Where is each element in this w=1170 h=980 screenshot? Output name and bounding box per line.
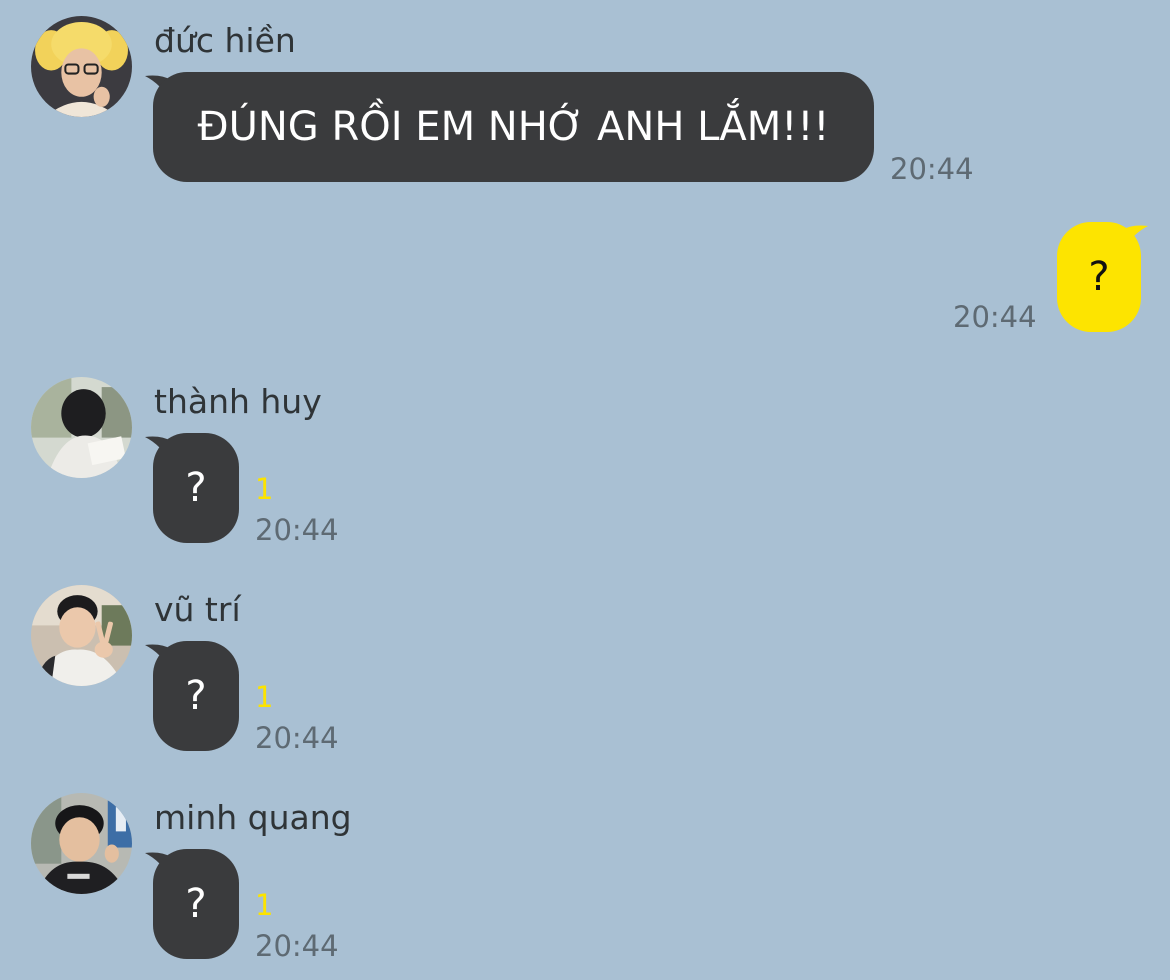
message-time: 20:44 bbox=[890, 152, 974, 186]
avatar-minh-quang[interactable] bbox=[31, 793, 132, 894]
message-bubble[interactable]: ? bbox=[153, 433, 239, 543]
avatar-duc-hien[interactable] bbox=[31, 16, 132, 117]
message-bubble[interactable]: ? bbox=[1057, 222, 1141, 332]
sender-name: vũ trí bbox=[154, 590, 241, 629]
message-time: 20:44 bbox=[255, 721, 339, 755]
avatar-thanh-huy[interactable] bbox=[31, 377, 132, 478]
message-bubble[interactable]: ? bbox=[153, 641, 239, 751]
avatar-vu-tri[interactable] bbox=[31, 585, 132, 686]
profile-photo-icon bbox=[31, 585, 132, 686]
message-bubble[interactable]: ? bbox=[153, 849, 239, 959]
unread-count: 1 bbox=[255, 888, 274, 922]
message-time: 20:44 bbox=[953, 300, 1037, 334]
sender-name: thành huy bbox=[154, 382, 322, 421]
sender-name: minh quang bbox=[154, 798, 352, 837]
unread-count: 1 bbox=[255, 472, 274, 506]
message-time: 20:44 bbox=[255, 513, 339, 547]
sender-name: đức hiền bbox=[154, 21, 296, 60]
message-bubble[interactable]: ĐÚNG RỒI EM NHỚ ANH LẮM!!! bbox=[153, 72, 874, 182]
profile-photo-icon bbox=[31, 16, 132, 117]
profile-photo-icon bbox=[31, 793, 132, 894]
profile-photo-icon bbox=[31, 377, 132, 478]
unread-count: 1 bbox=[255, 680, 274, 714]
message-time: 20:44 bbox=[255, 929, 339, 963]
